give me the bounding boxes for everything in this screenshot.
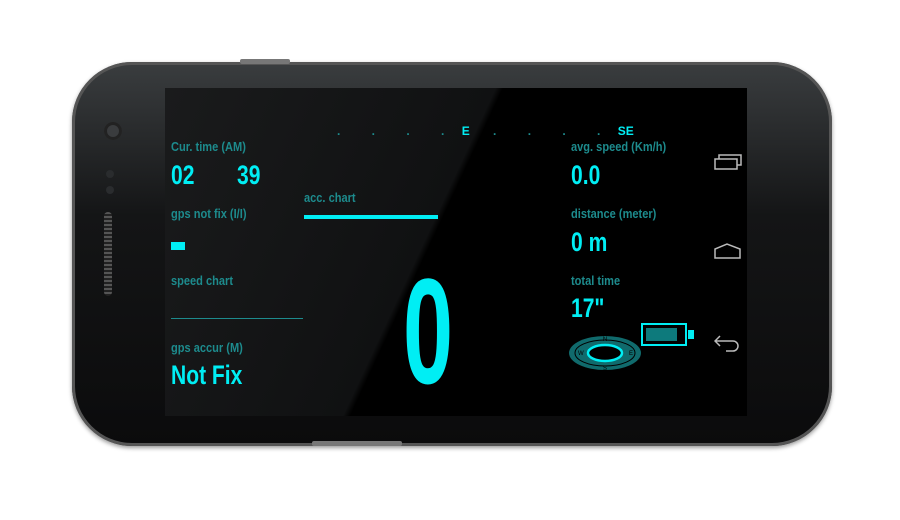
acc-chart-bar <box>304 215 438 219</box>
compass-next: SE <box>617 124 634 138</box>
compass-heading: E <box>461 124 470 138</box>
compass-strip: . . . . E . . . . SE <box>337 124 634 138</box>
compass-dots: . . . . <box>493 124 615 138</box>
power-button <box>240 59 290 64</box>
total-time-value: 17" <box>571 293 605 323</box>
battery-icon <box>641 323 694 346</box>
compass-rose-icon: N E S W <box>569 336 641 372</box>
front-camera <box>104 122 122 140</box>
home-icon[interactable] <box>714 243 742 259</box>
battery-fill <box>646 328 677 341</box>
acc-chart-label: acc. chart <box>304 190 356 205</box>
avg-speed-value: 0.0 <box>571 160 601 190</box>
rose-e: E <box>629 351 633 357</box>
distance-label: distance (meter) <box>571 206 657 221</box>
back-icon[interactable] <box>714 334 742 352</box>
app-screen: . . . . E . . . . SE Cur. time (AM) 02 3… <box>165 88 747 416</box>
rose-w: W <box>578 351 584 357</box>
minute-value: 39 <box>237 160 261 190</box>
avg-speed-label: avg. speed (Km/h) <box>571 139 667 154</box>
speed-chart-label: speed chart <box>171 273 234 288</box>
rose-n: N <box>603 337 607 343</box>
rose-s: S <box>603 366 607 372</box>
sensor <box>106 170 114 178</box>
volume-button <box>312 441 402 446</box>
distance-value: 0 m <box>571 227 608 257</box>
total-time-label: total time <box>571 273 621 288</box>
accuracy-label: gps accur (M) <box>171 340 243 355</box>
gps-status-label: gps not fix (I/I) <box>171 206 247 221</box>
gps-signal-bar <box>171 242 185 250</box>
sensor <box>106 186 114 194</box>
speaker-grille <box>104 212 112 296</box>
recent-apps-icon[interactable] <box>714 154 742 170</box>
time-label: Cur. time (AM) <box>171 139 246 154</box>
compass-dots: . . . . <box>337 124 459 138</box>
speed-chart-line <box>171 318 303 319</box>
accuracy-value: Not Fix <box>171 360 243 390</box>
speed-value: 0 <box>403 247 454 415</box>
hour-value: 02 <box>171 160 195 190</box>
